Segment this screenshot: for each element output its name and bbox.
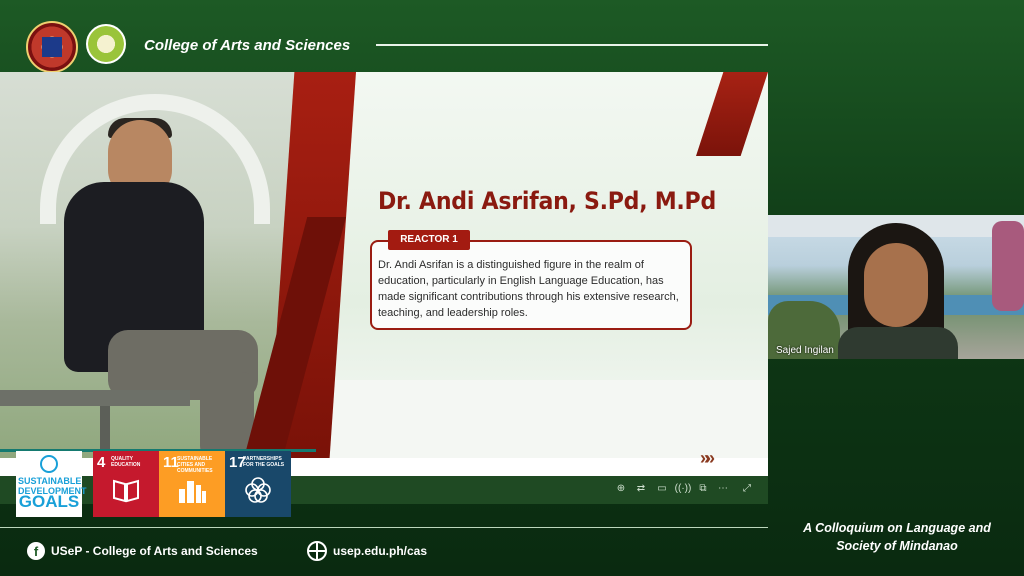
cas-logo bbox=[86, 24, 126, 64]
more-icon[interactable]: ⋯ bbox=[716, 482, 730, 496]
photo-person-shin bbox=[200, 372, 254, 458]
partnership-rings-icon bbox=[245, 477, 271, 503]
zoom-icon[interactable]: ⊕ bbox=[614, 482, 628, 496]
video-person-shirt bbox=[838, 327, 958, 359]
sdg-label: PARTNERSHIPS FOR THE GOALS bbox=[243, 456, 285, 468]
video-person-face bbox=[864, 243, 928, 327]
participant-video[interactable] bbox=[768, 215, 1024, 359]
sdg-logo-line2: GOALS bbox=[18, 492, 80, 511]
share-icon[interactable]: ⇄ bbox=[634, 482, 648, 496]
participant-name: Sajed Ingilan bbox=[776, 345, 834, 356]
speaker-name: Dr. Andi Asrifan, S.Pd, M.Pd bbox=[378, 187, 716, 215]
un-globe-icon bbox=[40, 455, 58, 473]
expand-icon[interactable]: ⤢ bbox=[740, 482, 754, 496]
event-title: A Colloquium on Language and Society of … bbox=[803, 521, 991, 553]
facebook-label: USeP - College of Arts and Sciences bbox=[51, 544, 258, 558]
header-title: College of Arts and Sciences bbox=[144, 37, 351, 54]
slide-background-lower bbox=[318, 380, 768, 458]
sdg-tile-17: 17 PARTNERSHIPS FOR THE GOALS bbox=[225, 451, 291, 517]
sdg-label: SUSTAINABLE CITIES AND COMMUNITIES bbox=[177, 456, 213, 474]
header-divider bbox=[376, 44, 768, 46]
subtitles-icon[interactable]: ▭ bbox=[655, 482, 669, 496]
sdg-number: 4 bbox=[97, 454, 106, 471]
slides-icon[interactable]: ⧉ bbox=[696, 482, 710, 496]
broadcast-icon[interactable]: ((·)) bbox=[672, 482, 694, 496]
facebook-icon: f bbox=[27, 542, 45, 560]
role-badge: REACTOR 1 bbox=[388, 230, 470, 250]
globe-icon bbox=[307, 541, 327, 561]
usep-seal-logo bbox=[26, 21, 78, 73]
city-icon bbox=[179, 481, 206, 503]
presentation-slide[interactable]: Dr. Andi Asrifan, S.Pd, M.Pd REACTOR 1 D… bbox=[0, 72, 768, 504]
speaker-bio: Dr. Andi Asrifan is a distinguished figu… bbox=[378, 259, 679, 319]
website-label: usep.edu.ph/cas bbox=[333, 544, 428, 558]
video-flowers bbox=[992, 221, 1024, 311]
photo-bench bbox=[0, 390, 190, 406]
next-chevrons-icon: »» bbox=[700, 448, 715, 468]
footer-divider bbox=[0, 527, 768, 528]
sdg-label: QUALITY EDUCATION bbox=[111, 456, 141, 468]
sdg-logo-tile: SUSTAINABLE DEVELOPMENT GOALS bbox=[16, 451, 87, 517]
sdg-tile-11: 11 SUSTAINABLE CITIES AND COMMUNITIES bbox=[159, 451, 225, 517]
book-icon bbox=[113, 479, 139, 503]
sdg-tile-4: 4 QUALITY EDUCATION bbox=[93, 451, 159, 517]
